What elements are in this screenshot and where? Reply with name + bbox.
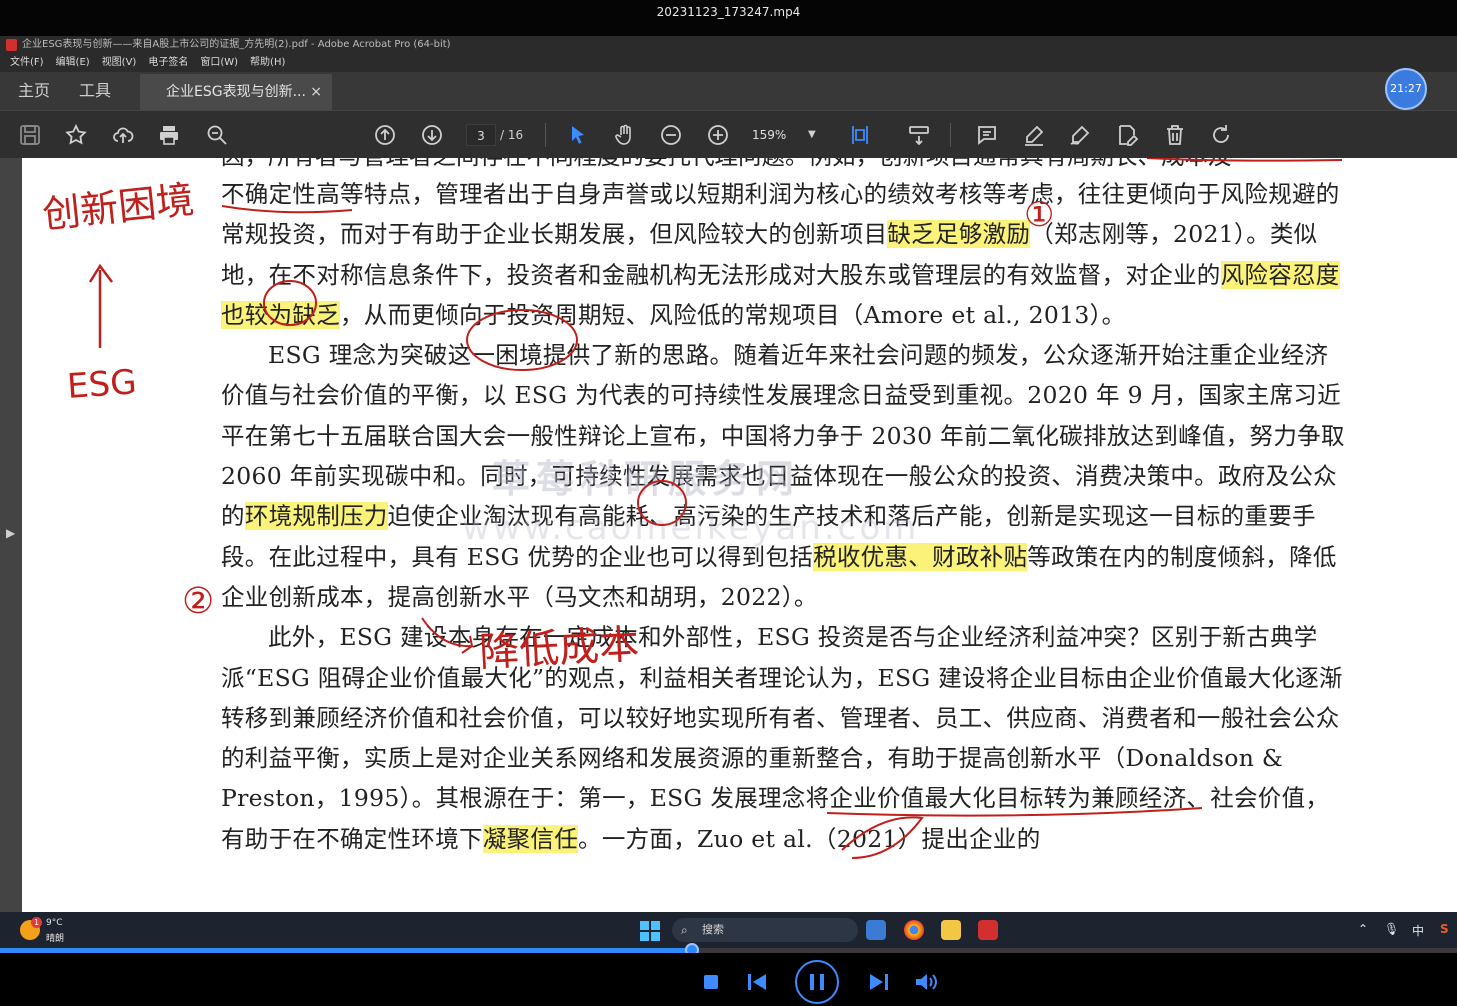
annotation-esg: ESG: [66, 362, 138, 407]
toolbar-divider: [950, 123, 951, 147]
tab-bar: 主页 工具 企业ESG表现与创新... ×: [0, 72, 1457, 110]
sogou-icon[interactable]: S: [1440, 922, 1449, 936]
chrome-icon[interactable]: [904, 920, 924, 940]
annotation-number-2: ②: [182, 581, 214, 622]
acrobat-icon: [6, 39, 17, 51]
page-number-input[interactable]: 3: [466, 124, 496, 146]
arrow-up-icon: [88, 263, 113, 348]
cloud-upload-icon[interactable]: [109, 121, 137, 149]
edit-pdf-icon[interactable]: [1113, 121, 1141, 149]
zoom-level[interactable]: 159%: [752, 124, 802, 146]
pause-icon[interactable]: [810, 974, 824, 990]
menu-window[interactable]: 窗口(W): [200, 54, 238, 72]
paragraph-1: 不确定性高等特点，管理者出于自身声誉或以短期利润为核心的绩效考核等考虑，往往更倾…: [221, 180, 1340, 329]
watermark-text: 草莓科研服务网: [492, 457, 801, 501]
tab-tools[interactable]: 工具: [79, 72, 111, 110]
comment-icon[interactable]: [973, 121, 1001, 149]
stop-icon[interactable]: [704, 975, 718, 989]
highlight-incentive: 缺乏足够激励: [887, 220, 1031, 249]
previous-icon[interactable]: [748, 974, 766, 990]
taskbar-app-icon[interactable]: [866, 920, 886, 940]
app-titlebar: 企业ESG表现与创新——来自A股上市公司的证据_方先明(2).pdf - Ado…: [0, 36, 1457, 54]
document-workspace: ▶ 因，所有者与管理者之间存在不同程度的委托代理问题。例如，创新项目通常具有周期…: [0, 158, 1457, 912]
page-up-icon[interactable]: [371, 121, 399, 149]
file-explorer-icon[interactable]: [941, 920, 961, 940]
toolbar: 3 / 16 159% ▼: [0, 110, 1457, 158]
menu-file[interactable]: 文件(F): [10, 54, 44, 72]
highlight-env-regulation: 环境规制压力: [244, 502, 388, 531]
select-cursor-icon[interactable]: [564, 121, 592, 149]
menu-edit[interactable]: 编辑(E): [56, 54, 90, 72]
highlight-trust: 凝聚信任: [482, 824, 579, 853]
zoom-in-icon[interactable]: [704, 121, 732, 149]
save-icon[interactable]: [16, 121, 44, 149]
sign-icon[interactable]: [1066, 121, 1094, 149]
left-panel-toggle[interactable]: ▶: [0, 158, 22, 912]
microphone-icon[interactable]: 🎙: [1384, 922, 1399, 936]
playback-controls: [0, 953, 1457, 1006]
weather-description: 晴朗: [46, 934, 65, 944]
ime-indicator[interactable]: 中: [1412, 922, 1424, 939]
window-title: 企业ESG表现与创新——来自A股上市公司的证据_方先明(2).pdf - Ado…: [22, 39, 451, 50]
taskbar: 1 9°C 晴朗 ⌕ 搜索 ⌃ 🎙 中 S: [0, 912, 1457, 948]
acrobat-taskbar-icon[interactable]: [978, 920, 998, 940]
chevron-up-icon[interactable]: ⌃: [1358, 922, 1368, 936]
close-icon[interactable]: ×: [310, 74, 322, 110]
chevron-right-icon[interactable]: ▶: [6, 526, 15, 540]
watermark-url: www.caomeikeyan.com: [462, 508, 920, 548]
paragraph-3: 此外，ESG 建设本身存在一定成本和外部性，ESG 投资是否与企业经济利益冲突？…: [221, 623, 1343, 853]
weather-temperature: 9°C: [46, 918, 63, 928]
search-icon: ⌕: [681, 923, 688, 937]
page-down-icon[interactable]: [418, 121, 446, 149]
volume-icon[interactable]: [916, 973, 938, 991]
taskbar-search[interactable]: ⌕ 搜索: [672, 918, 858, 942]
tab-document-label: 企业ESG表现与创新...: [166, 84, 306, 100]
toolbar-divider: [545, 123, 546, 147]
notification-badge: 1: [31, 917, 42, 928]
rotate-icon[interactable]: [1207, 121, 1235, 149]
tab-home[interactable]: 主页: [18, 72, 50, 110]
windows-start-icon[interactable]: [640, 921, 660, 941]
zoom-search-icon[interactable]: [203, 121, 231, 149]
zoom-out-icon[interactable]: [657, 121, 685, 149]
scroll-mode-icon[interactable]: [905, 121, 933, 149]
pdf-page[interactable]: 因，所有者与管理者之间存在不同程度的委托代理问题。例如，创新项目通常具有周期长、…: [22, 158, 1457, 912]
highlight-pen-icon[interactable]: [1020, 121, 1048, 149]
menu-esign[interactable]: 电子签名: [148, 54, 188, 72]
trash-icon[interactable]: [1161, 121, 1189, 149]
tab-document[interactable]: 企业ESG表现与创新... ×: [140, 74, 332, 110]
page-layout-icon[interactable]: [846, 121, 874, 149]
hand-tool-icon[interactable]: [611, 121, 639, 149]
star-icon[interactable]: [62, 121, 90, 149]
chevron-down-icon[interactable]: ▼: [808, 124, 816, 146]
annotation-innovation-dilemma: 创新困境: [40, 177, 196, 237]
clock-badge: 21:27: [1385, 68, 1427, 110]
print-icon[interactable]: [155, 121, 183, 149]
video-title: 20231123_173247.mp4: [0, 0, 1457, 36]
search-placeholder: 搜索: [702, 923, 724, 936]
next-icon[interactable]: [870, 974, 888, 990]
menu-bar: 文件(F) 编辑(E) 视图(V) 电子签名 窗口(W) 帮助(H): [0, 54, 1457, 72]
menu-help[interactable]: 帮助(H): [250, 54, 285, 72]
menu-view[interactable]: 视图(V): [102, 54, 137, 72]
page-total: / 16: [500, 128, 524, 142]
